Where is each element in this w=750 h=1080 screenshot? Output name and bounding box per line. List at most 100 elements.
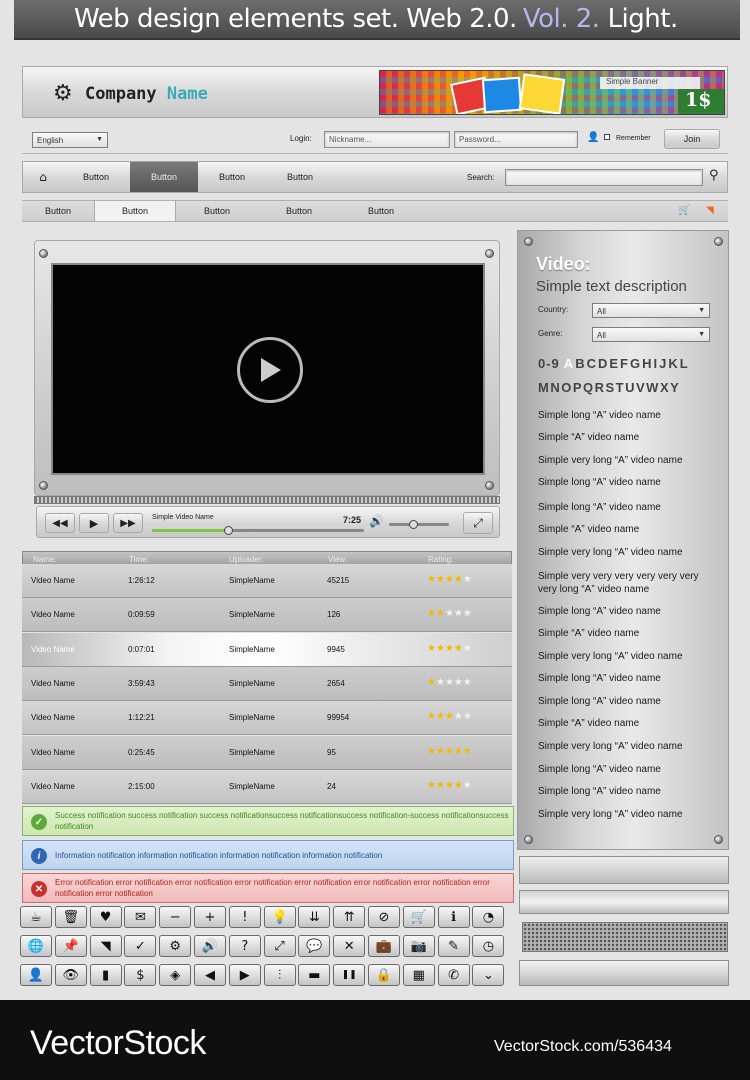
alphabet-letter[interactable]: G — [630, 356, 641, 371]
chevron-circle-down-button[interactable]: ⌄ — [472, 964, 505, 986]
star-icon[interactable]: ★ — [454, 711, 463, 722]
pencil-button[interactable]: ✎ — [437, 935, 470, 957]
cart-button[interactable]: 🛒 — [402, 906, 435, 928]
sidebar-video-link[interactable]: Simple long “A” video name — [538, 476, 718, 489]
sidebar-video-link[interactable]: Simple very long “A” video name — [538, 546, 718, 559]
nickname-input[interactable]: Nickname... — [324, 131, 450, 148]
star-icon[interactable]: ★ — [427, 608, 436, 619]
star-icon[interactable]: ★ — [463, 711, 472, 722]
sidebar-video-link[interactable]: Simple long “A” video name — [538, 501, 718, 514]
star-icon[interactable]: ★ — [454, 643, 463, 654]
sidebar-video-link[interactable]: Simple very long “A” video name — [538, 740, 718, 753]
close-button[interactable]: ✕ — [333, 935, 366, 957]
alphabet-letter[interactable]: F — [620, 356, 629, 371]
star-icon[interactable]: ★ — [436, 608, 445, 619]
star-icon[interactable]: ★ — [436, 780, 445, 791]
progress-track[interactable] — [152, 526, 364, 535]
rss-button[interactable]: ◥ — [89, 935, 122, 957]
header-rating[interactable]: Rating: — [428, 555, 453, 564]
table-row[interactable]: Video Name 1:26:12 SimpleName 45215 ★★★★★ — [22, 564, 512, 598]
folder-button[interactable]: ▬ — [298, 964, 331, 986]
alphabet-letter[interactable]: K — [668, 356, 678, 371]
question-button[interactable]: ? — [228, 935, 261, 957]
star-icon[interactable]: ★ — [463, 608, 472, 619]
progress-handle[interactable] — [224, 526, 234, 535]
nav2-item-4[interactable]: Button — [340, 201, 422, 221]
trash-button[interactable]: 🗑 — [54, 906, 87, 928]
nav1-item-2[interactable]: Button — [198, 162, 266, 192]
alphabet-filter-row2[interactable]: MNOPQRSTUVWXY — [538, 380, 680, 395]
star-icon[interactable]: ★ — [427, 643, 436, 654]
table-row[interactable]: Video Name 0:25:45 SimpleName 95 ★★★★★ — [22, 735, 512, 770]
nav1-item-0[interactable]: Button — [63, 162, 129, 192]
alphabet-letter[interactable]: C — [587, 356, 597, 371]
phone-button[interactable]: ✆ — [437, 964, 470, 986]
play-overlay-button[interactable] — [237, 337, 303, 403]
sidebar-video-link[interactable]: Simple long “A” video name — [538, 672, 718, 685]
star-icon[interactable]: ★ — [436, 574, 445, 585]
star-icon[interactable]: ★ — [445, 608, 454, 619]
star-icon[interactable]: ★ — [454, 677, 463, 688]
alphabet-letter[interactable]: J — [659, 356, 667, 371]
nav1-item-1-active[interactable]: Button — [130, 162, 198, 192]
search-icon[interactable]: ⚲ — [709, 168, 719, 183]
star-icon[interactable]: ★ — [445, 711, 454, 722]
sidebar-video-link[interactable]: Simple long “A” video name — [538, 409, 718, 422]
nav2-item-0[interactable]: Button — [22, 201, 94, 221]
nav2-item-3[interactable]: Button — [258, 201, 340, 221]
minus-button[interactable]: − — [159, 906, 192, 928]
star-icon[interactable]: ★ — [454, 780, 463, 791]
forbidden-button[interactable]: ⊘ — [368, 906, 400, 928]
sidebar-video-link[interactable]: Simple “A” video name — [538, 627, 718, 640]
rating-stars[interactable]: ★★★★★ — [427, 574, 472, 585]
briefcase-button[interactable]: 💼 — [368, 935, 400, 957]
table-row[interactable]: Video Name 0:09:59 SimpleName 126 ★★★★★ — [22, 598, 512, 633]
alphabet-letter[interactable]: D — [598, 356, 608, 371]
check-button[interactable]: ✓ — [124, 935, 157, 957]
sidebar-video-link[interactable]: Simple long “A” video name — [538, 605, 718, 618]
language-select[interactable]: English — [32, 132, 108, 148]
sidebar-video-link[interactable]: Simple very long “A” video name — [538, 454, 718, 467]
chat-button[interactable]: 💬 — [298, 935, 331, 957]
header-uploader[interactable]: Uploader: — [229, 555, 264, 564]
table-row[interactable]: Video Name 1:12:21 SimpleName 99954 ★★★★★ — [22, 701, 512, 736]
rating-stars[interactable]: ★★★★★ — [427, 711, 472, 722]
mail-button[interactable]: ✉ — [124, 906, 157, 928]
rating-stars[interactable]: ★★★★★ — [427, 643, 472, 654]
expand-button[interactable]: ⤢ — [263, 935, 296, 957]
header-time[interactable]: Time: — [129, 555, 149, 564]
country-select[interactable]: All — [592, 303, 710, 318]
tag-button[interactable]: ◈ — [159, 964, 192, 986]
alphabet-letter[interactable]: L — [680, 356, 689, 371]
eye-button[interactable]: 👁 — [54, 964, 87, 986]
star-icon[interactable]: ★ — [463, 746, 472, 757]
alphabet-letter[interactable]: I — [654, 356, 659, 371]
star-icon[interactable]: ★ — [463, 643, 472, 654]
camera-button[interactable]: 📷 — [402, 935, 435, 957]
sidebar-video-link[interactable]: Simple very long “A” video name — [538, 808, 718, 821]
globe-button[interactable]: 🌐 — [20, 935, 52, 957]
alphabet-letter[interactable]: H — [642, 356, 652, 371]
clock-button[interactable]: ◷ — [472, 935, 505, 957]
rating-stars[interactable]: ★★★★★ — [427, 746, 472, 757]
rewind-button[interactable]: ◀◀ — [45, 513, 75, 533]
star-icon[interactable]: ★ — [445, 677, 454, 688]
sidebar-video-link[interactable]: Simple very long “A” video name — [538, 650, 718, 663]
star-icon[interactable]: ★ — [454, 746, 463, 757]
star-icon[interactable]: ★ — [436, 643, 445, 654]
alphabet-letter[interactable]: B — [575, 356, 585, 371]
dollar-button[interactable]: $ — [124, 964, 157, 986]
header-name[interactable]: Name: — [33, 555, 57, 564]
arrow-right-button[interactable]: ▶ — [228, 964, 261, 986]
coffee-button[interactable]: ☕ — [20, 906, 52, 928]
star-icon[interactable]: ★ — [445, 643, 454, 654]
sidebar-video-link[interactable]: Simple very very very very very very ver… — [538, 570, 718, 596]
calculator-button[interactable]: ▦ — [402, 964, 435, 986]
pause-button[interactable]: ❚❚ — [333, 964, 366, 986]
info-button[interactable]: ℹ — [437, 906, 470, 928]
company-logo[interactable]: Company Name — [85, 84, 208, 104]
chevron-double-up-button[interactable]: ⇈ — [333, 906, 366, 928]
rating-stars[interactable]: ★★★★★ — [427, 677, 472, 688]
header-views[interactable]: View: — [328, 555, 347, 564]
sidebar-video-link[interactable]: Simple long “A” video name — [538, 785, 718, 798]
